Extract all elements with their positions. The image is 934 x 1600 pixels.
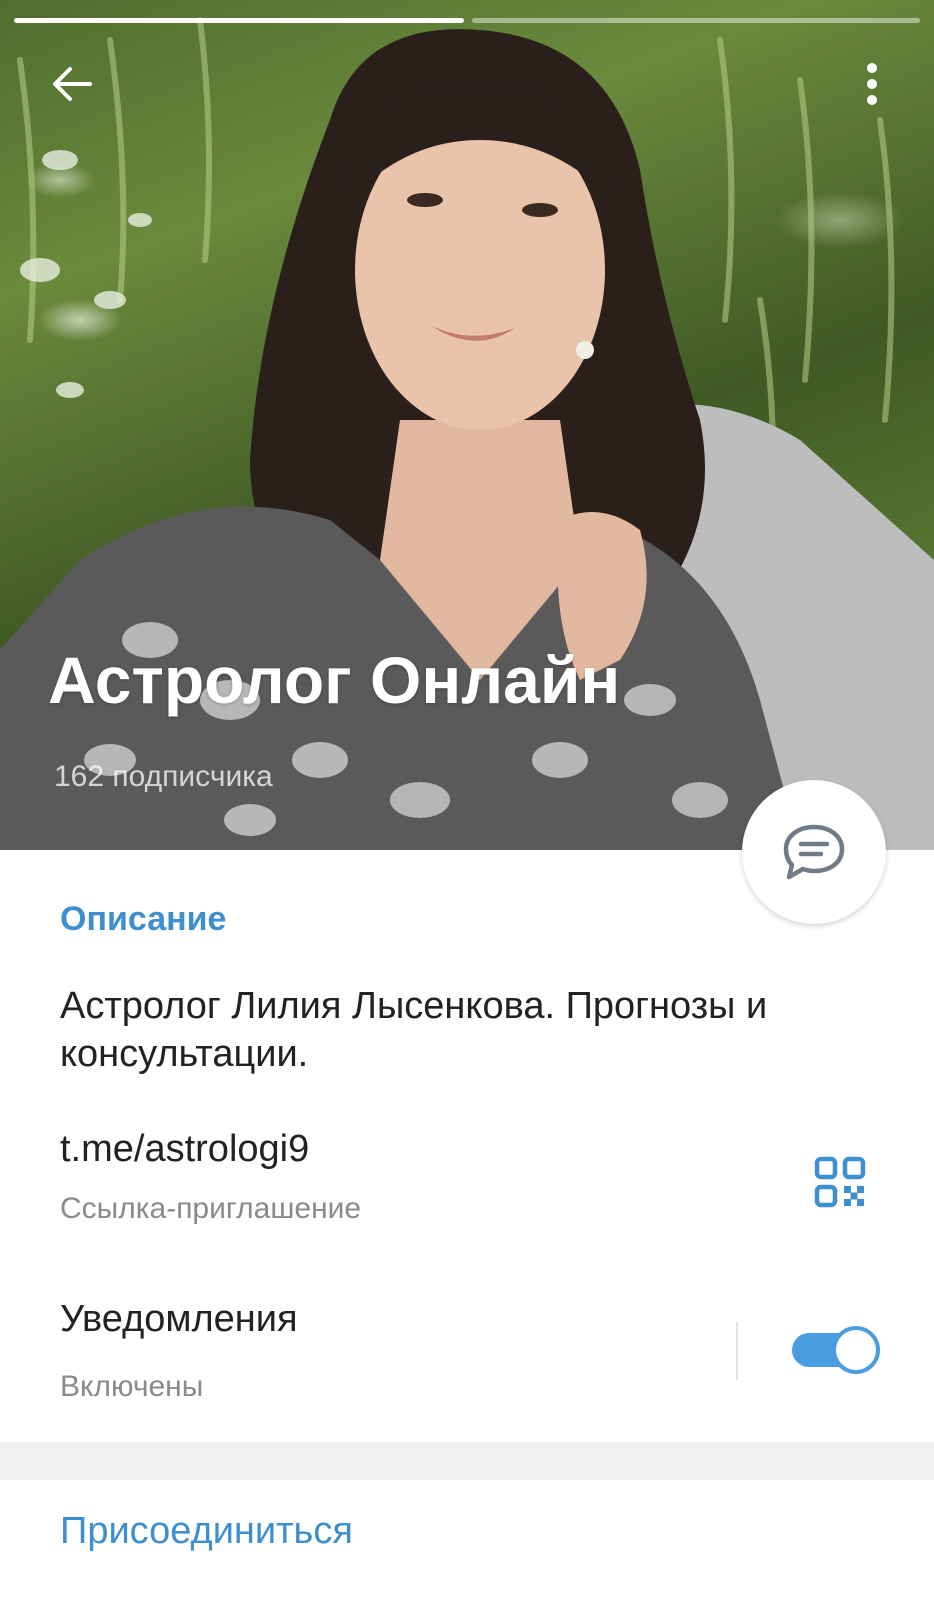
notifications-status: Включены	[60, 1370, 204, 1403]
channel-header: Астролог Онлайн 162 подписчика	[0, 0, 934, 850]
notifications-title[interactable]: Уведомления	[60, 1298, 298, 1341]
more-vertical-icon	[867, 63, 877, 105]
subscriber-count: 162 подписчика	[54, 760, 273, 793]
divider	[736, 1322, 738, 1380]
channel-avatar-photo	[0, 17, 934, 850]
chat-bubble-icon	[783, 824, 845, 880]
toggle-knob	[832, 1326, 880, 1374]
arrow-left-icon	[53, 67, 92, 101]
section-divider	[0, 1442, 934, 1480]
channel-description: Астролог Лилия Лысенкова. Прогнозы и кон…	[60, 985, 768, 1075]
story-progress-active	[14, 18, 464, 23]
channel-profile-screen: Астролог Онлайн 162 подписчика Описание …	[0, 0, 934, 1600]
more-options-button[interactable]	[848, 56, 896, 112]
invite-link[interactable]: t.me/astrologi9	[60, 1128, 309, 1171]
back-button[interactable]	[44, 56, 100, 112]
story-progress-inactive	[472, 18, 920, 23]
qr-code-button[interactable]	[810, 1152, 870, 1212]
invite-link-caption: Ссылка-приглашение	[60, 1192, 362, 1225]
join-button[interactable]: Присоединиться	[60, 1510, 353, 1553]
description-label: Описание	[60, 900, 227, 938]
notifications-toggle[interactable]	[792, 1324, 880, 1376]
channel-title: Астролог Онлайн	[48, 643, 621, 717]
qr-code-icon	[814, 1156, 866, 1208]
open-chat-button[interactable]	[742, 780, 886, 924]
